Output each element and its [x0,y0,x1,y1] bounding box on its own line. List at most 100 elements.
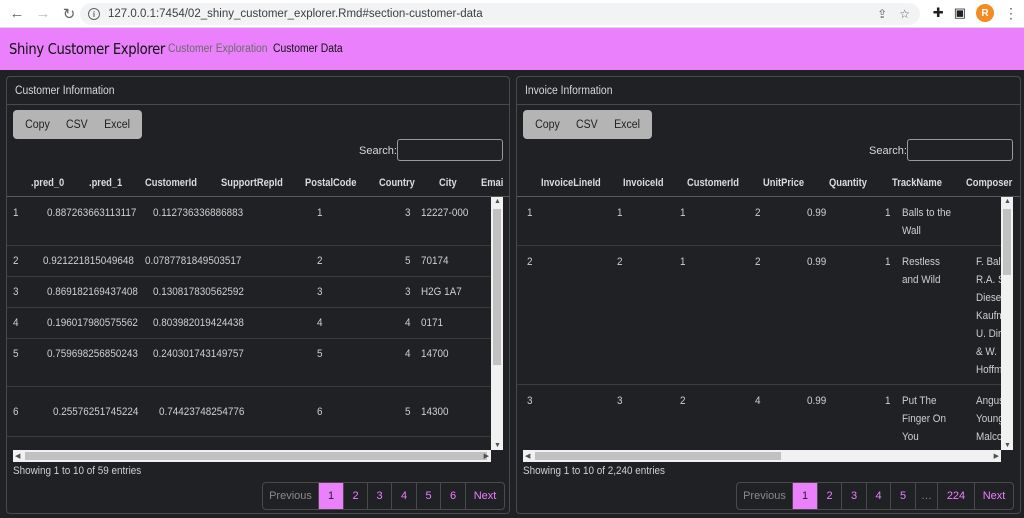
column-header[interactable]: SupportRepId [221,177,283,189]
scroll-left-icon[interactable]: ◀ [525,452,530,460]
table-cell: 3 [405,207,411,219]
previous-page-button[interactable]: Previous [263,483,319,509]
scroll-up-icon[interactable]: ▲ [1004,198,1011,205]
page-button[interactable]: 1 [319,483,344,509]
table-cell: 4 [405,317,411,329]
scroll-right-icon[interactable]: ▶ [994,452,999,460]
page-button[interactable]: 3 [842,483,867,509]
table-cell: 0.130817830562592 [153,286,244,298]
url-text: 127.0.0.1:7454/02_shiny_customer_explore… [108,8,483,20]
vertical-scrollbar[interactable]: ▲ ▼ [491,197,503,450]
tab-customer-exploration[interactable]: Customer Exploration [168,43,268,55]
extensions-icon[interactable]: ✚ [933,5,944,21]
scrollbar-thumb[interactable] [535,452,781,460]
page-button[interactable]: 3 [368,483,392,509]
site-info-icon[interactable]: i [88,8,100,20]
excel-button[interactable]: Excel [607,119,646,131]
pagination: Previous 1 2 3 4 5 6 Next [262,482,505,510]
table-cell: 0.887263663113117 [47,207,137,219]
table-cell: F. Baltes, R.A. Smith-Diesel, S. Kaufman… [976,256,1001,376]
tab-customer-data[interactable]: Customer Data [273,43,343,55]
scrollbar-thumb[interactable] [493,209,501,365]
table-row[interactable]: 3 3 2 4 0.99 1 Put The Finger On You Ang… [517,385,1001,450]
page-button[interactable]: 224 [938,483,975,509]
horizontal-scrollbar[interactable]: ◀ ▶ [523,450,1001,462]
table-row[interactable]: 2 0.921221815049648 0.0787781849503517 2… [7,246,491,277]
table-cell: 0.99 [807,395,827,407]
vertical-scrollbar[interactable]: ▲ ▼ [1001,197,1013,450]
table-cell: 2 [527,256,533,268]
column-header[interactable]: Emai [481,177,503,189]
search-input[interactable] [907,139,1013,161]
table-row[interactable]: 6 0.25576251745224 0.74423748254776 6 5 … [7,387,491,437]
column-header[interactable]: UnitPrice [763,177,804,189]
column-header[interactable]: .pred_0 [31,177,64,189]
table-cell: 6 [13,406,19,418]
table-cell: 2 [755,207,761,219]
back-icon[interactable]: ← [6,3,28,25]
forward-icon[interactable]: → [32,3,54,25]
column-header[interactable]: .pred_1 [89,177,122,189]
scroll-right-icon[interactable]: ▶ [484,452,489,460]
column-header[interactable]: InvoiceId [623,177,664,189]
table-cell: 0171 [421,317,444,329]
table-row[interactable]: 3 0.869182169437408 0.130817830562592 3 … [7,277,491,308]
scroll-up-icon[interactable]: ▲ [494,198,501,205]
panel-title: Customer Information [7,77,509,105]
table-row[interactable]: 5 0.759698256850243 0.240301743149757 5 … [7,339,491,387]
column-header[interactable]: Country [379,177,415,189]
scroll-down-icon[interactable]: ▼ [1004,442,1011,449]
invoice-information-panel: Invoice Information Copy CSV Excel Searc… [516,76,1021,514]
column-header[interactable]: CustomerId [687,177,739,189]
table-cell: Restless and Wild [902,256,941,286]
table-cell: 2 [755,256,761,268]
table-cell: 5 [405,255,411,267]
page-button[interactable]: 4 [392,483,417,509]
column-header[interactable]: PostalCode [305,177,356,189]
previous-page-button[interactable]: Previous [737,483,793,509]
page-button[interactable]: 5 [417,483,441,509]
column-header[interactable]: Composer [966,177,1012,189]
scroll-down-icon[interactable]: ▼ [494,442,501,449]
page-button[interactable]: 5 [891,483,916,509]
table-cell: 1 [317,207,323,219]
table-row[interactable]: 1 1 1 2 0.99 1 Balls to the Wall [517,197,1001,246]
side-panel-icon[interactable]: ▣ [954,5,966,21]
menu-kebab-icon[interactable]: ⋮ [1004,5,1018,22]
scrollbar-thumb[interactable] [1003,209,1011,275]
column-header[interactable]: CustomerId [145,177,197,189]
csv-button[interactable]: CSV [569,119,604,131]
next-page-button[interactable]: Next [975,483,1013,509]
column-header[interactable]: Quantity [829,177,867,189]
page-button[interactable]: 4 [867,483,891,509]
panel-title: Invoice Information [517,77,1020,105]
next-page-button[interactable]: Next [466,483,504,509]
page-button[interactable]: 1 [793,483,818,509]
table-cell: 0.196017980575562 [47,317,138,329]
table-row[interactable]: 2 2 1 2 0.99 1 Restless and Wild F. Balt… [517,246,1001,385]
table-cell: 5 [405,406,411,418]
search-input[interactable] [397,139,503,161]
share-icon[interactable]: ⇪ [877,7,887,21]
app-brand[interactable]: Shiny Customer Explorer [9,40,165,58]
table-row[interactable]: 4 0.196017980575562 0.803982019424438 4 … [7,308,491,339]
column-header[interactable]: TrackName [892,177,942,189]
reload-icon[interactable]: ↻ [58,3,80,25]
copy-button[interactable]: Copy [529,119,567,131]
bookmark-star-icon[interactable]: ☆ [899,7,910,21]
excel-button[interactable]: Excel [97,119,136,131]
profile-avatar[interactable]: R [976,4,994,22]
copy-button[interactable]: Copy [19,119,57,131]
page-button[interactable]: 6 [441,483,466,509]
page-button[interactable]: 2 [818,483,842,509]
address-bar[interactable]: i 127.0.0.1:7454/02_shiny_customer_explo… [80,3,920,25]
csv-button[interactable]: CSV [59,119,94,131]
customer-information-panel: Customer Information Copy CSV Excel Sear… [6,76,510,514]
scroll-left-icon[interactable]: ◀ [15,452,20,460]
page-button[interactable]: 2 [344,483,368,509]
table-row[interactable]: 1 0.887263663113117 0.112736336886883 1 … [7,197,491,246]
horizontal-scrollbar[interactable]: ◀ ▶ [13,450,491,462]
column-header[interactable]: City [439,177,457,189]
scrollbar-thumb[interactable] [25,452,487,460]
column-header[interactable]: InvoiceLineId [541,177,601,189]
